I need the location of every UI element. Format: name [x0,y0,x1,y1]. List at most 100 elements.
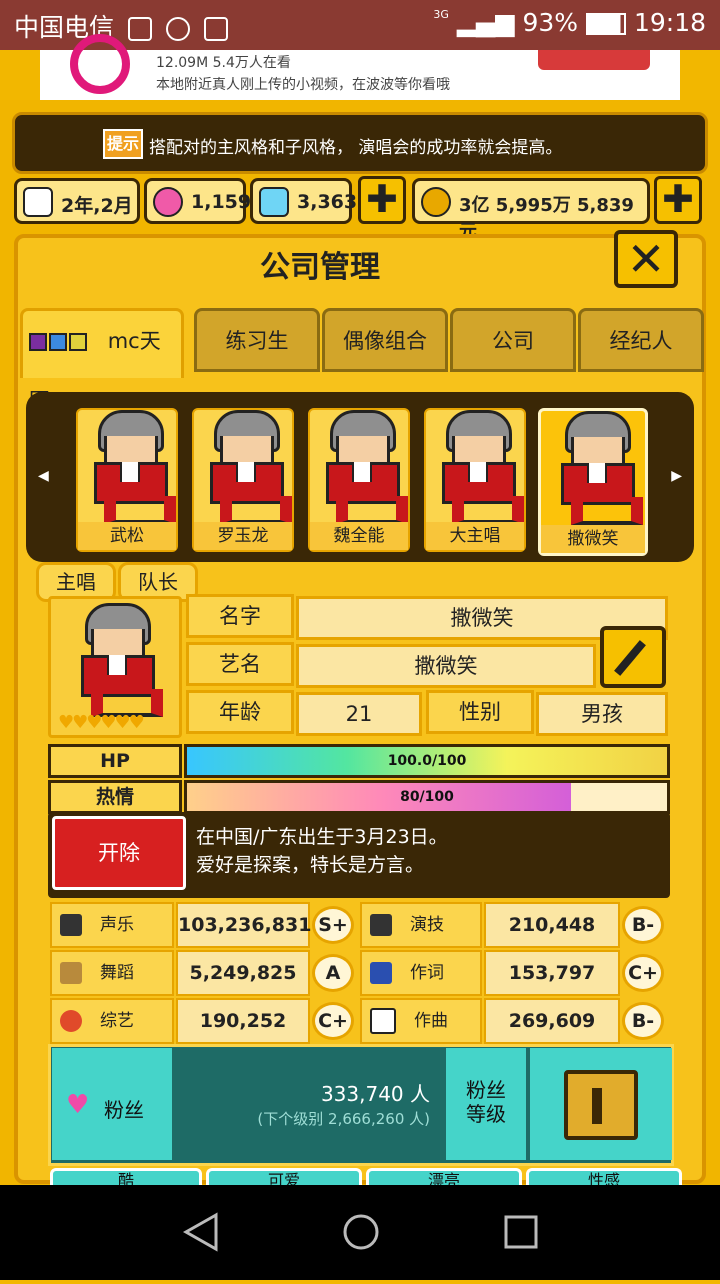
stat-dance: 舞蹈 [50,950,174,996]
stat-grade: B- [622,1002,664,1040]
age-label: 年龄 [186,690,294,734]
fans-label-box: ♥ 粉丝 [52,1048,172,1160]
stat-vocal: 声乐 [50,902,174,948]
hp-bar: 100.0/100 [184,744,670,778]
stat-grade: A [312,954,354,992]
tab-managers[interactable]: 经纪人 [578,308,704,372]
member-name: 魏全能 [310,522,408,550]
scroll-left-icon[interactable]: ◀ [38,468,49,484]
fan-level-badge [530,1048,672,1160]
passion-bar: 80/100 [184,780,670,814]
battery-percent: 93% [522,8,579,37]
android-nav-bar [0,1185,720,1280]
member-card[interactable]: 大主唱 [424,408,526,552]
stat-value: 190,252 [176,998,310,1044]
stat-composition: 作曲 [360,998,482,1044]
bio-line-2: 爱好是探案，特长是方言。 [196,854,425,876]
tab-idol-groups[interactable]: 偶像组合 [322,308,448,372]
name-label: 名字 [186,594,294,638]
fans-next-level: (下个级别 2,666,260 人) [257,1110,430,1128]
edit-name-button[interactable] [600,626,666,688]
coin-icon [421,187,451,217]
hint-text: 搭配对的主风格和子风格， 演唱会的成功率就会提高。 [149,138,563,158]
gender-label: 性别 [426,690,534,734]
video-app-logo-icon [70,34,130,94]
back-icon[interactable] [182,1212,218,1252]
ad-download-button[interactable] [538,50,650,70]
gender-value: 男孩 [536,692,668,736]
money-display: 3亿 5,995万 5,839元 [412,178,650,242]
pen-icon [370,962,392,984]
stat-grade: C+ [622,954,664,992]
tab-trainees[interactable]: 练习生 [194,308,320,372]
pink-gems-value: 1,159 [191,191,252,213]
stat-label: 作曲 [414,1011,448,1031]
nav-icons [182,1212,538,1252]
clock: 19:18 [633,8,706,37]
hearts-rating: ♥♥♥♥♥♥ [58,712,145,733]
signal-icon: ▂▄▆ [456,8,515,37]
tab-company[interactable]: 公司 [450,308,576,372]
stat-value: 103,236,831 [176,902,311,948]
hp-text: 100.0/100 [387,753,467,769]
sync-icon [165,17,190,41]
passion-label: 热情 [48,780,182,814]
close-button[interactable]: ✕ [614,230,678,288]
date-value: 2年,2月 [61,195,133,217]
fire-button[interactable]: 开除 [52,816,186,890]
ad-line-1: 12.09M 5.4万人在看 [156,55,291,71]
member-card[interactable]: 武松 [76,408,178,552]
stat-grade: C+ [312,1002,354,1040]
fans-count: 333,740 人 [320,1082,430,1106]
date-display: 2年,2月 [14,178,140,224]
ad-line-2: 本地附近真人刚上传的小视频，在波波等你看哦 [156,77,450,93]
passion-text: 80/100 [400,789,454,805]
piano-icon [370,1008,396,1034]
fan-level-label: 粉丝 等级 [446,1048,526,1160]
pencil-icon [614,640,646,676]
add-gems-button[interactable]: ✚ [358,176,406,224]
member-card-selected[interactable]: 撒微笑 [538,408,648,556]
diamond-icon [259,187,289,217]
stat-label: 演技 [410,915,444,935]
member-card[interactable]: 魏全能 [308,408,410,552]
shoe-icon [60,962,82,984]
app-notification-icon [127,17,152,41]
stat-value: 210,448 [484,902,620,948]
recents-icon[interactable] [504,1215,538,1249]
stat-label: 综艺 [100,1011,134,1031]
stat-label: 声乐 [100,915,134,935]
hint-tag: 提示 [103,129,143,159]
ad-banner[interactable]: 12.09M 5.4万人在看 本地附近真人刚上传的小视频，在波波等你看哦 [40,34,680,100]
member-card[interactable]: 罗玉龙 [192,408,294,552]
tab-mc-group[interactable]: mc天团 [20,308,184,413]
network-type: 3G [433,8,449,21]
stat-label: 作词 [410,963,444,983]
stat-value: 5,249,825 [176,950,310,996]
age-value: 21 [296,692,422,736]
member-name: 罗玉龙 [194,522,292,550]
stat-value: 269,609 [484,998,620,1044]
stat-label: 舞蹈 [100,963,134,983]
stat-grade: S+ [312,906,354,944]
hint-bar: 提示 搭配对的主风格和子风格， 演唱会的成功率就会提高。 [12,112,708,174]
bio-line-1: 在中国/广东出生于3月23日。 [196,826,448,848]
member-name: 撒微笑 [541,525,645,553]
stat-value: 153,797 [484,950,620,996]
pink-gems-display: 1,159 [144,178,251,224]
stat-lyrics: 作词 [360,950,482,996]
add-money-button[interactable]: ✚ [654,176,702,224]
camera-icon [370,914,392,936]
stat-acting: 演技 [360,902,482,948]
heart-icon: ♥ [66,1090,90,1120]
image-icon [203,17,228,41]
blue-gems-value: 3,363 [297,191,358,213]
home-icon[interactable] [343,1214,379,1250]
carrier-label: 中国电信 [14,8,228,44]
fans-label: 粉丝 [104,1098,144,1122]
scroll-right-icon[interactable]: ▶ [671,468,682,484]
stat-variety: 综艺 [50,998,174,1044]
member-name: 大主唱 [426,522,524,550]
fan-rank-icon [564,1070,638,1140]
member-name: 武松 [78,522,176,550]
